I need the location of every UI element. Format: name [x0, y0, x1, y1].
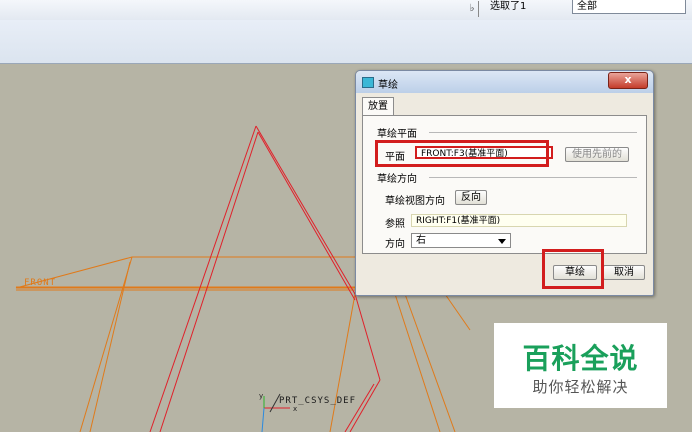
- direction-label: 方向: [385, 239, 405, 250]
- plane-edge: [404, 293, 456, 432]
- selected-triangle: [349, 379, 381, 432]
- selected-triangle: [255, 125, 356, 295]
- close-button[interactable]: x: [608, 72, 648, 89]
- selected-triangle: [257, 131, 356, 301]
- csys-axis: [261, 407, 265, 432]
- plane-edge: [444, 293, 471, 331]
- placement-panel: 草绘平面 平面 FRONT:F3(基准平面) 使用先前的 草绘方向 草绘视图方向…: [362, 115, 647, 254]
- plane-edge: [394, 293, 441, 432]
- plane-field-highlight: [375, 140, 549, 167]
- direction-value: 右: [416, 235, 426, 246]
- chevron-down-icon: [498, 239, 506, 244]
- selected-triangle: [149, 125, 257, 432]
- csys-x-label: x: [293, 405, 298, 413]
- plane-edge: [79, 256, 133, 432]
- csys-label: PRT_CSYS_DEF: [279, 396, 357, 406]
- section-divider: [429, 132, 637, 133]
- use-previous-button[interactable]: 使用先前的: [565, 147, 629, 162]
- watermark-subtitle: 助你轻松解决: [532, 378, 629, 396]
- dialog-titlebar[interactable]: 草绘 x: [356, 71, 653, 93]
- watermark-title: 百科全说: [522, 342, 639, 375]
- sketch-button-highlight: [542, 249, 604, 289]
- selected-triangle: [159, 131, 259, 432]
- front-plane-label: FRONT: [24, 278, 57, 288]
- view-direction-label: 草绘视图方向: [385, 196, 445, 207]
- sketch-dialog: 草绘 x 放置 草绘平面 平面 FRONT:F3(基准平面) 使用先前的 草绘方…: [355, 70, 654, 296]
- reference-field[interactable]: RIGHT:F1(基准平面): [411, 214, 627, 227]
- orientation-section-title: 草绘方向: [377, 174, 417, 185]
- section-divider: [429, 177, 637, 178]
- tab-placement[interactable]: 放置: [362, 97, 394, 116]
- selected-triangle: [344, 383, 375, 432]
- plane-edge: [329, 293, 356, 432]
- watermark-box: 百科全说 助你轻松解决: [494, 323, 667, 408]
- cancel-button[interactable]: 取消: [603, 265, 645, 280]
- dialog-title: 草绘: [378, 80, 398, 91]
- csys-y-label: y: [259, 392, 264, 400]
- dialog-app-icon: [362, 77, 374, 88]
- selected-triangle: [354, 293, 381, 381]
- reference-label: 参照: [385, 219, 405, 230]
- sketch-plane-section-title: 草绘平面: [377, 129, 417, 140]
- flip-direction-button[interactable]: 反向: [455, 190, 487, 205]
- direction-dropdown[interactable]: 右: [411, 233, 511, 248]
